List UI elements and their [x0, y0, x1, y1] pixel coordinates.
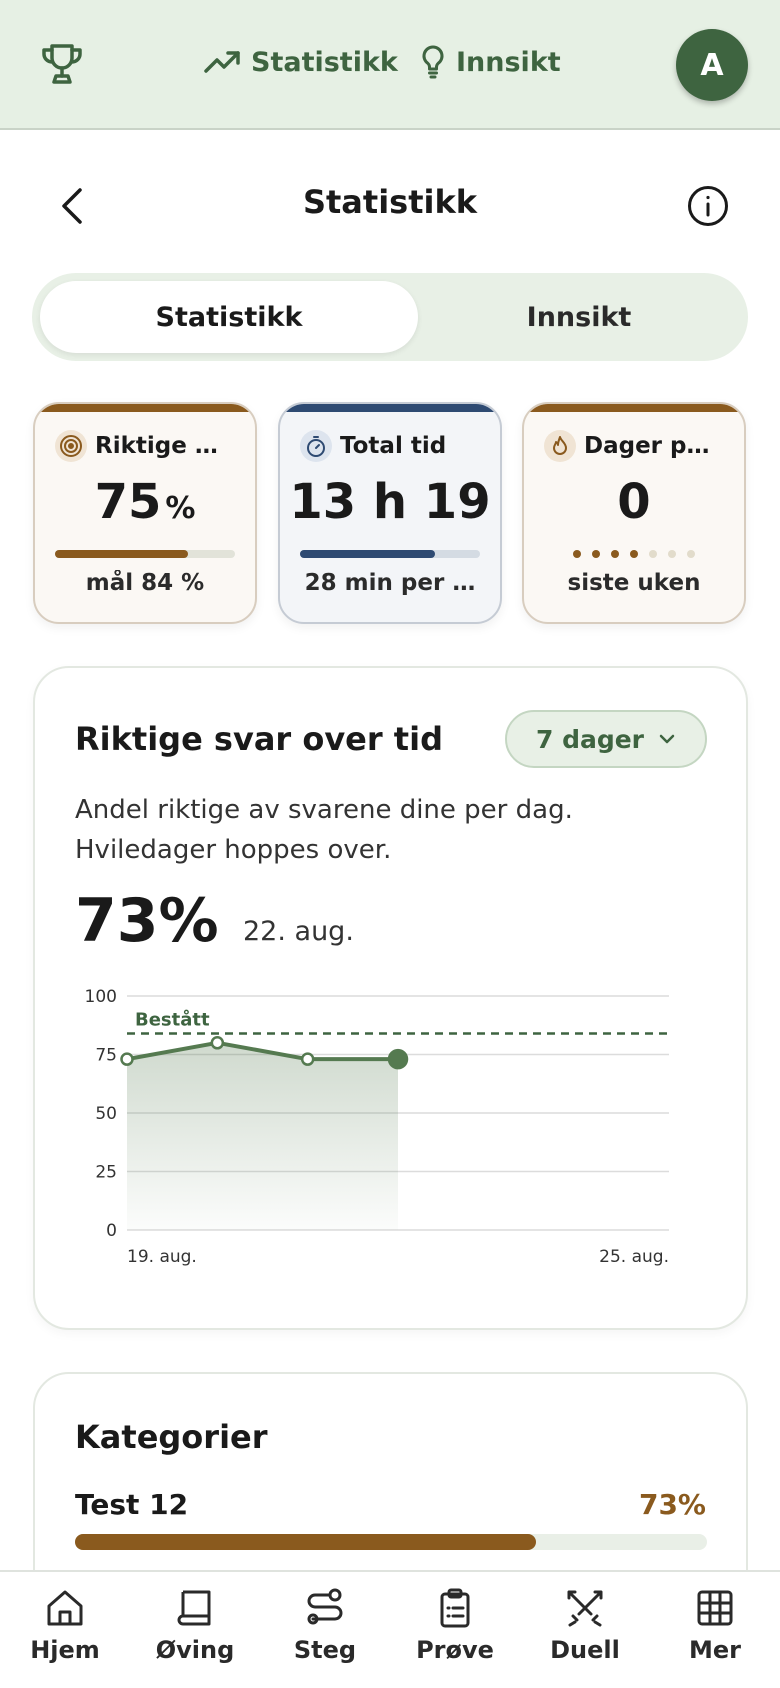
view-segmented-control: Statistikk Innsikt: [32, 273, 748, 361]
nav-label: Hjem: [30, 1636, 100, 1664]
avatar[interactable]: A: [676, 29, 748, 101]
y-tick-label: 75: [95, 1046, 117, 1066]
nav-label: Prøve: [416, 1636, 494, 1664]
trophy-icon[interactable]: [38, 40, 86, 88]
y-tick-label: 100: [85, 987, 117, 1007]
range-dropdown[interactable]: 7 dager: [505, 710, 707, 768]
category-percent: 73%: [638, 1488, 706, 1521]
bottom-nav: Hjem Øving Steg Prøve Duell Mer: [0, 1570, 780, 1688]
clipboard-icon: [440, 1588, 470, 1628]
nav-label: Øving: [155, 1636, 235, 1664]
range-label: 7 dager: [535, 724, 645, 754]
nav-prove[interactable]: Prøve: [390, 1586, 520, 1664]
nav-steg[interactable]: Steg: [260, 1586, 390, 1664]
stat-card-total-time[interactable]: Total tid 13 h 19 28 min per …: [278, 402, 502, 624]
stat-card-correct[interactable]: Riktige … 75% mål 84 %: [33, 402, 257, 624]
data-point: [210, 1036, 225, 1050]
streak-dot: [592, 550, 600, 558]
stopwatch-icon: [300, 430, 332, 462]
stat-number: 13 h 19: [289, 474, 491, 530]
nav-statistikk-label: Statistikk: [251, 46, 398, 78]
nav-mer[interactable]: Mer: [650, 1586, 780, 1664]
x-tick-label: 19. aug.: [127, 1247, 197, 1267]
data-point: [120, 1052, 134, 1066]
lightbulb-icon: [422, 45, 444, 79]
chart-title: Riktige svar over tid: [75, 720, 443, 758]
line-chart[interactable]: 0 25 50 75 100 Bestått 19. aug. 25. aug.: [75, 978, 715, 1268]
stat-progress-fill: [55, 550, 189, 558]
chevron-down-icon: [659, 734, 675, 744]
highlight-date: 22. aug.: [243, 916, 354, 947]
route-icon: [307, 1588, 343, 1625]
categories-title: Kategorier: [75, 1418, 268, 1456]
stat-title: Total tid: [340, 433, 447, 459]
nav-statistikk[interactable]: Statistikk: [203, 42, 398, 82]
y-tick-label: 0: [106, 1221, 117, 1241]
chart-description: Andel riktige av svarene dine per dag. H…: [75, 795, 573, 865]
streak-dots: [524, 550, 744, 558]
reference-label: Bestått: [135, 1008, 210, 1030]
info-icon[interactable]: [686, 184, 730, 228]
nav-label: Duell: [550, 1636, 620, 1664]
stat-number: 0: [617, 474, 651, 530]
streak-dot: [630, 550, 638, 558]
y-tick-label: 50: [95, 1104, 117, 1124]
trending-up-icon: [204, 51, 240, 73]
nav-innsikt[interactable]: Innsikt: [420, 42, 561, 82]
flame-icon: [544, 430, 576, 462]
stat-title: Dager p…: [584, 433, 710, 459]
nav-label: Steg: [293, 1636, 357, 1664]
nav-label: Mer: [689, 1636, 741, 1664]
streak-dot: [573, 550, 581, 558]
series-area: [127, 1042, 398, 1230]
stat-subtitle: siste uken: [567, 570, 701, 596]
streak-dot: [687, 550, 695, 558]
y-tick-label: 25: [95, 1163, 117, 1183]
nav-duell[interactable]: Duell: [520, 1586, 650, 1664]
tab-statistikk[interactable]: Statistikk: [40, 281, 418, 353]
card-accent-bar: [524, 404, 744, 412]
card-accent-bar: [280, 404, 500, 412]
data-point-selected: [387, 1048, 409, 1070]
tab-innsikt[interactable]: Innsikt: [418, 281, 740, 353]
target-icon: [55, 430, 87, 462]
chart-card: Riktige svar over tid 7 dager Andel rikt…: [33, 666, 748, 1330]
avatar-initial: A: [700, 47, 724, 83]
stat-number: 75: [94, 474, 162, 530]
x-tick-label: 25. aug.: [599, 1247, 669, 1267]
stat-progress-bar: [55, 550, 235, 558]
grid-icon: [697, 1590, 733, 1626]
stat-subtitle: mål 84 %: [85, 570, 205, 596]
page-title: Statistikk: [302, 183, 478, 221]
category-progress-bar: [75, 1534, 707, 1550]
book-icon: [177, 1590, 211, 1626]
data-point: [300, 1052, 315, 1066]
stat-progress-fill: [300, 550, 435, 558]
streak-dot: [668, 550, 676, 558]
nav-oving[interactable]: Øving: [130, 1586, 260, 1664]
category-progress-fill: [75, 1534, 537, 1550]
stat-subtitle: 28 min per …: [304, 570, 476, 596]
stat-value: 0: [524, 474, 744, 530]
category-label[interactable]: Test 12: [75, 1488, 188, 1521]
card-accent-bar: [35, 404, 255, 412]
top-app-bar: Statistikk Innsikt A: [0, 0, 780, 130]
swords-icon: [567, 1590, 603, 1627]
nav-innsikt-label: Innsikt: [456, 46, 561, 78]
stat-value: 13 h 19: [280, 474, 500, 530]
stat-card-streak[interactable]: Dager p… 0 siste uken: [522, 402, 746, 624]
stat-title: Riktige …: [95, 433, 218, 459]
stat-value: 75%: [35, 474, 255, 530]
stat-unit: %: [165, 491, 196, 526]
streak-dot: [611, 550, 619, 558]
home-icon: [47, 1590, 83, 1626]
streak-dot: [649, 550, 657, 558]
nav-hjem[interactable]: Hjem: [0, 1586, 130, 1664]
stat-progress-bar: [300, 550, 480, 558]
highlight-value: 73%: [75, 886, 219, 956]
